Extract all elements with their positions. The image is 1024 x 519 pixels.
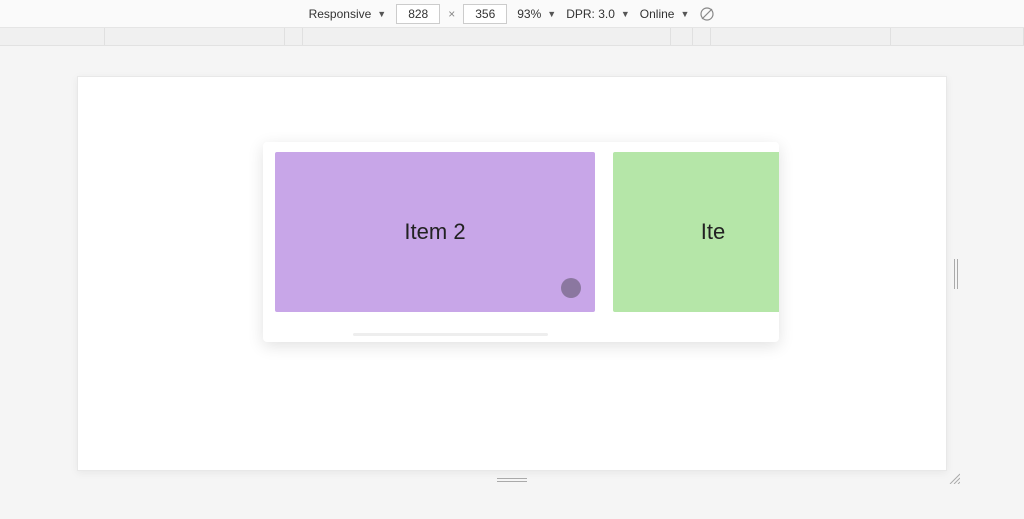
- device-mode-label: Responsive: [309, 7, 372, 21]
- ruler-segment: [671, 28, 693, 45]
- chevron-down-icon: ▼: [377, 9, 386, 19]
- dimension-separator: ×: [448, 7, 455, 21]
- carousel-item[interactable]: Item 2: [275, 152, 595, 312]
- height-input[interactable]: [463, 4, 507, 24]
- chevron-down-icon: ▼: [680, 9, 689, 19]
- ruler-segment: [0, 28, 105, 45]
- carousel-item-label: Item 2: [404, 219, 465, 245]
- dpr-select[interactable]: DPR: 3.0 ▼: [566, 7, 630, 21]
- ruler-segment: [285, 28, 303, 45]
- carousel-card: Item 2 Ite: [263, 142, 779, 342]
- ruler: [0, 28, 1024, 46]
- viewport-area: Item 2 Ite: [0, 46, 1024, 519]
- ruler-segment: [711, 28, 891, 45]
- carousel-item[interactable]: Ite: [613, 152, 779, 312]
- ruler-segment: [303, 28, 671, 45]
- ruler-segment: [693, 28, 711, 45]
- ruler-segment: [891, 28, 1024, 45]
- device-mode-select[interactable]: Responsive ▼: [309, 7, 387, 21]
- touch-indicator-icon: [561, 278, 581, 298]
- carousel-track[interactable]: Item 2 Ite: [275, 152, 767, 312]
- resize-handle-corner[interactable]: [948, 472, 960, 484]
- chevron-down-icon: ▼: [621, 9, 630, 19]
- zoom-label: 93%: [517, 7, 541, 21]
- dimensions-group: ×: [396, 4, 507, 24]
- rotate-button[interactable]: [699, 6, 715, 22]
- zoom-select[interactable]: 93% ▼: [517, 7, 556, 21]
- carousel-item-label: Ite: [701, 219, 725, 245]
- resize-handle-bottom[interactable]: [497, 478, 527, 484]
- scrollbar[interactable]: [353, 333, 548, 336]
- device-toolbar: Responsive ▼ × 93% ▼ DPR: 3.0 ▼ Online ▼: [0, 0, 1024, 28]
- throttling-select[interactable]: Online ▼: [640, 7, 690, 21]
- width-input[interactable]: [396, 4, 440, 24]
- dpr-label: DPR: 3.0: [566, 7, 615, 21]
- chevron-down-icon: ▼: [547, 9, 556, 19]
- device-frame: Item 2 Ite: [77, 76, 947, 471]
- ruler-segment: [105, 28, 285, 45]
- resize-handle-right[interactable]: [954, 259, 960, 289]
- network-label: Online: [640, 7, 675, 21]
